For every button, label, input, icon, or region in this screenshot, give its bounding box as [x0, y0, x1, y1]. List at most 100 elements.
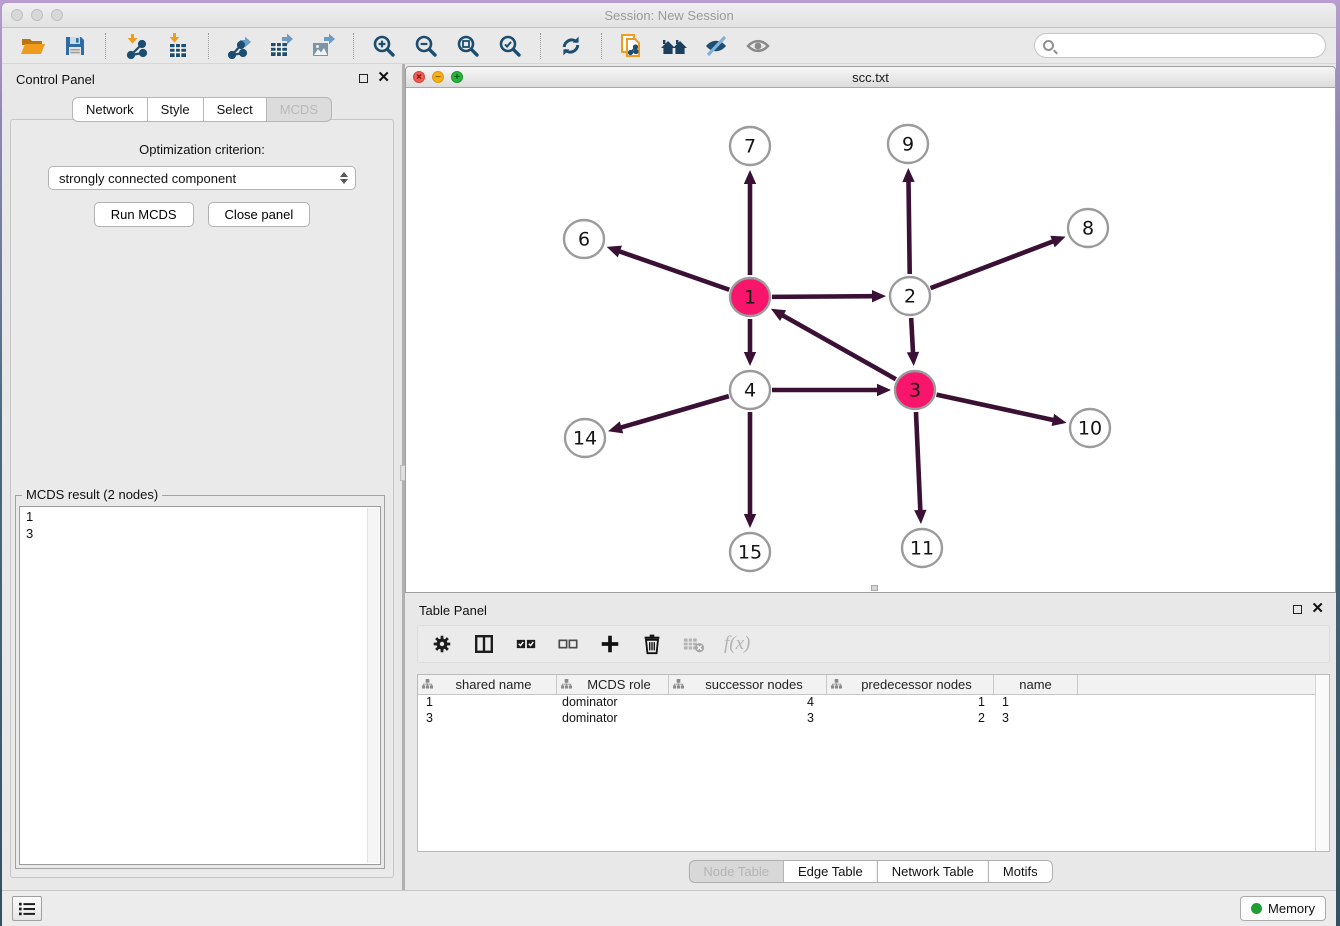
run-mcds-button[interactable]: Run MCDS	[94, 202, 194, 227]
window-minimize-button[interactable]	[31, 9, 43, 21]
network-minimize-button[interactable]: −	[432, 71, 444, 83]
zoom-in-button[interactable]	[369, 31, 399, 61]
deselect-all-button[interactable]	[556, 632, 580, 656]
graph-node-15[interactable]: 15	[730, 533, 770, 571]
window-close-button[interactable]	[11, 9, 23, 21]
cell-shared-name[interactable]: 3	[418, 711, 557, 727]
window-zoom-button[interactable]	[51, 9, 63, 21]
cell-mcds-role[interactable]: dominator	[557, 711, 669, 727]
svg-text:15: 15	[738, 542, 762, 564]
tab-style[interactable]: Style	[147, 97, 204, 122]
zoom-fit-icon	[456, 34, 480, 58]
save-session-button[interactable]	[60, 31, 90, 61]
mcds-result-text[interactable]: 1 3	[19, 506, 381, 865]
graph-node-10[interactable]: 10	[1070, 409, 1110, 447]
zoom-selected-button[interactable]	[495, 31, 525, 61]
column-header-successor-nodes[interactable]: successor nodes	[669, 675, 827, 694]
column-header-mcds-role[interactable]: MCDS role	[557, 675, 669, 694]
select-all-button[interactable]	[514, 632, 538, 656]
graph-node-4[interactable]: 4	[730, 371, 770, 409]
column-view-button[interactable]	[472, 632, 496, 656]
first-neighbors-button[interactable]	[659, 31, 689, 61]
cell-name[interactable]: 1	[994, 695, 1078, 711]
graph-edge-2-8[interactable]	[931, 236, 1066, 288]
graph-edge-3-11[interactable]	[914, 412, 926, 524]
graph-node-8[interactable]: 8	[1068, 209, 1108, 247]
graph-node-9[interactable]: 9	[888, 125, 928, 163]
graph-node-14[interactable]: 14	[565, 419, 605, 457]
task-history-button[interactable]	[12, 896, 42, 921]
graph-node-6[interactable]: 6	[564, 220, 604, 258]
export-image-button[interactable]	[308, 31, 338, 61]
toolbar-separator	[105, 33, 106, 59]
cell-successor-nodes[interactable]: 4	[669, 695, 827, 711]
close-panel-button[interactable]: Close panel	[208, 202, 311, 227]
graph-edge-4-14[interactable]	[608, 396, 729, 433]
export-network-button[interactable]	[224, 31, 254, 61]
memory-button[interactable]: Memory	[1240, 896, 1326, 921]
delete-columns-button[interactable]	[682, 632, 706, 656]
tab-mcds[interactable]: MCDS	[266, 97, 332, 122]
network-canvas[interactable]: 7 9 6 8 1 2 4 3 14 10 15 11	[406, 88, 1335, 592]
graph-node-3[interactable]: 3	[895, 371, 935, 409]
network-close-button[interactable]: ×	[413, 71, 425, 83]
graph-edge-2-3[interactable]	[907, 318, 919, 366]
apply-layout-button[interactable]	[556, 31, 586, 61]
hide-selected-button[interactable]	[701, 31, 731, 61]
zoom-fit-button[interactable]	[453, 31, 483, 61]
memory-status-icon	[1251, 903, 1262, 914]
graph-edge-3-10[interactable]	[936, 395, 1066, 426]
cell-predecessor-nodes[interactable]: 2	[827, 711, 994, 727]
show-all-button[interactable]	[743, 31, 773, 61]
column-header-name[interactable]: name	[994, 675, 1078, 694]
table-scrollbar[interactable]	[1315, 675, 1329, 851]
table-row[interactable]: 1 dominator 4 1 1	[418, 695, 1329, 711]
table-settings-button[interactable]	[430, 632, 454, 656]
network-zoom-button[interactable]: +	[451, 71, 463, 83]
cell-shared-name[interactable]: 1	[418, 695, 557, 711]
cell-mcds-role[interactable]: dominator	[557, 695, 669, 711]
graph-edge-1-4[interactable]	[744, 319, 756, 366]
cell-name[interactable]: 3	[994, 711, 1078, 727]
tab-motifs[interactable]: Motifs	[988, 860, 1053, 883]
add-button[interactable]	[598, 632, 622, 656]
column-header-shared-name[interactable]: shared name	[418, 675, 557, 694]
graph-node-1[interactable]: 1	[730, 278, 770, 316]
function-builder-button[interactable]: f(x)	[724, 633, 750, 655]
export-table-button[interactable]	[266, 31, 296, 61]
cell-successor-nodes[interactable]: 3	[669, 711, 827, 727]
graph-edge-2-9[interactable]	[902, 168, 914, 274]
tab-node-table[interactable]: Node Table	[688, 860, 784, 883]
criterion-dropdown[interactable]: strongly connected component	[48, 166, 356, 190]
close-panel-icon[interactable]: ✕	[377, 73, 390, 83]
graph-node-7[interactable]: 7	[730, 127, 770, 165]
graph-node-2[interactable]: 2	[890, 277, 930, 315]
tab-edge-table[interactable]: Edge Table	[783, 860, 878, 883]
criterion-dropdown-value: strongly connected component	[59, 171, 336, 186]
network-resize-handle[interactable]	[871, 585, 878, 591]
graph-node-11[interactable]: 11	[902, 529, 942, 567]
open-session-button[interactable]	[18, 31, 48, 61]
table-row[interactable]: 3 dominator 3 2 3	[418, 711, 1329, 727]
import-table-button[interactable]	[163, 31, 193, 61]
float-panel-icon[interactable]	[359, 74, 368, 83]
tab-network[interactable]: Network	[72, 97, 148, 122]
tab-select[interactable]: Select	[203, 97, 267, 122]
new-network-from-selection-button[interactable]	[617, 31, 647, 61]
graph-edge-1-6[interactable]	[607, 246, 730, 290]
column-header-predecessor-nodes[interactable]: predecessor nodes	[827, 675, 994, 694]
import-network-button[interactable]	[121, 31, 151, 61]
float-table-panel-icon[interactable]	[1293, 605, 1302, 614]
graph-edge-4-3[interactable]	[772, 384, 891, 396]
zoom-out-button[interactable]	[411, 31, 441, 61]
graph-edge-3-1[interactable]	[771, 309, 896, 379]
close-table-panel-icon[interactable]: ✕	[1311, 604, 1324, 614]
tab-network-table[interactable]: Network Table	[877, 860, 989, 883]
search-input[interactable]	[1060, 38, 1317, 53]
result-scrollbar[interactable]	[367, 508, 379, 863]
graph-edge-1-2[interactable]	[772, 290, 886, 302]
graph-edge-4-15[interactable]	[744, 412, 756, 528]
delete-button[interactable]	[640, 632, 664, 656]
cell-predecessor-nodes[interactable]: 1	[827, 695, 994, 711]
graph-edge-1-7[interactable]	[744, 170, 756, 275]
